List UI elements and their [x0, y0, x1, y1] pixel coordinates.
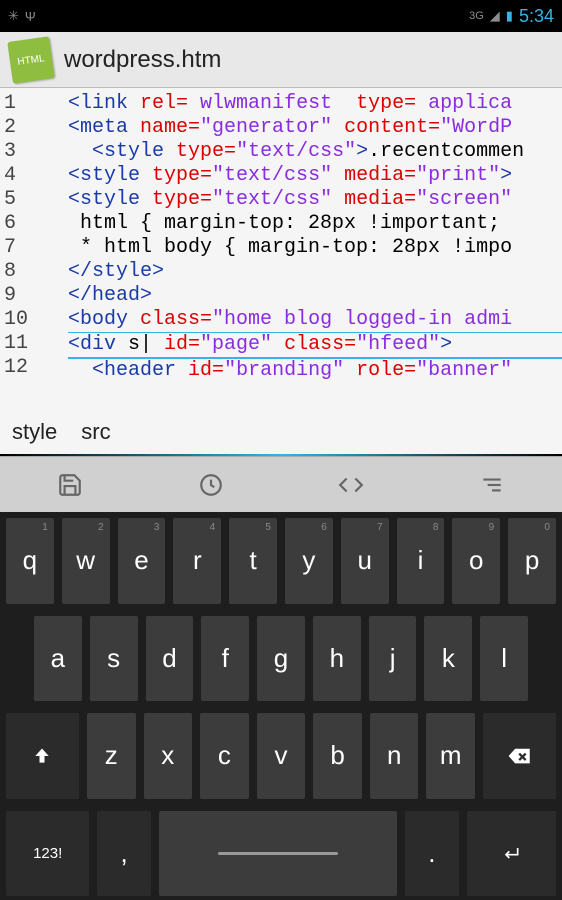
app-icon[interactable]: HTML	[7, 36, 54, 83]
key-symbols[interactable]: 123!	[6, 811, 89, 897]
key-t[interactable]: 5t	[229, 518, 277, 604]
suggestion-item[interactable]: src	[81, 419, 110, 445]
key-g[interactable]: g	[257, 616, 305, 702]
menu-icon	[479, 472, 505, 498]
key-u[interactable]: 7u	[341, 518, 389, 604]
soft-keyboard: 1q2w3e4r5t6y7u8i9o0p asdfghjkl zxcvbnm 1…	[0, 512, 562, 900]
key-p[interactable]: 0p	[508, 518, 556, 604]
key-x[interactable]: x	[144, 713, 193, 799]
key-l[interactable]: l	[480, 616, 528, 702]
code-icon	[338, 472, 364, 498]
key-n[interactable]: n	[370, 713, 419, 799]
key-period[interactable]: .	[405, 811, 459, 897]
key-o[interactable]: 9o	[452, 518, 500, 604]
key-row-2: asdfghjkl	[0, 610, 562, 708]
battery-icon: ▮	[506, 8, 513, 24]
key-row-4: 123!,.	[0, 805, 562, 900]
key-e[interactable]: 3e	[118, 518, 166, 604]
key-f[interactable]: f	[201, 616, 249, 702]
clock-text: 5:34	[519, 6, 554, 27]
status-bar: ✳ Ψ 3G ◢ ▮ 5:34	[0, 0, 562, 32]
key-a[interactable]: a	[34, 616, 82, 702]
key-q[interactable]: 1q	[6, 518, 54, 604]
key-i[interactable]: 8i	[397, 518, 445, 604]
code-button[interactable]	[281, 457, 422, 512]
key-h[interactable]: h	[313, 616, 361, 702]
history-button[interactable]	[141, 457, 282, 512]
key-b[interactable]: b	[313, 713, 362, 799]
history-icon	[198, 472, 224, 498]
suggestion-item[interactable]: style	[12, 419, 57, 445]
key-v[interactable]: v	[257, 713, 306, 799]
enter-icon	[499, 843, 523, 863]
key-y[interactable]: 6y	[285, 518, 333, 604]
key-z[interactable]: z	[87, 713, 136, 799]
backspace-icon	[507, 746, 533, 766]
save-button[interactable]	[0, 457, 141, 512]
code-editor[interactable]: 123456789101112 <link rel= wlwmanifest t…	[0, 88, 562, 410]
key-space[interactable]	[159, 811, 397, 897]
key-enter[interactable]	[467, 811, 556, 897]
toolbar	[0, 456, 562, 512]
file-title: wordpress.htm	[64, 46, 221, 74]
shift-icon	[32, 746, 52, 766]
key-r[interactable]: 4r	[173, 518, 221, 604]
key-shift[interactable]	[6, 713, 79, 799]
key-row-1: 1q2w3e4r5t6y7u8i9o0p	[0, 512, 562, 610]
save-icon	[57, 472, 83, 498]
key-m[interactable]: m	[426, 713, 475, 799]
autocomplete-bar: style src	[0, 410, 562, 454]
usb-icon: Ψ	[25, 9, 36, 24]
key-w[interactable]: 2w	[62, 518, 110, 604]
key-row-3: zxcvbnm	[0, 707, 562, 805]
code-content[interactable]: <link rel= wlwmanifest type= applica<met…	[40, 88, 562, 410]
line-gutter: 123456789101112	[0, 88, 40, 410]
debug-icon: ✳	[8, 8, 19, 24]
key-comma[interactable]: ,	[97, 811, 151, 897]
network-icon: 3G	[469, 10, 484, 22]
key-c[interactable]: c	[200, 713, 249, 799]
menu-button[interactable]	[422, 457, 562, 512]
signal-icon: ◢	[490, 8, 500, 24]
key-j[interactable]: j	[369, 616, 417, 702]
key-backspace[interactable]	[483, 713, 556, 799]
key-d[interactable]: d	[146, 616, 194, 702]
title-bar: HTML wordpress.htm	[0, 32, 562, 88]
key-k[interactable]: k	[424, 616, 472, 702]
key-s[interactable]: s	[90, 616, 138, 702]
